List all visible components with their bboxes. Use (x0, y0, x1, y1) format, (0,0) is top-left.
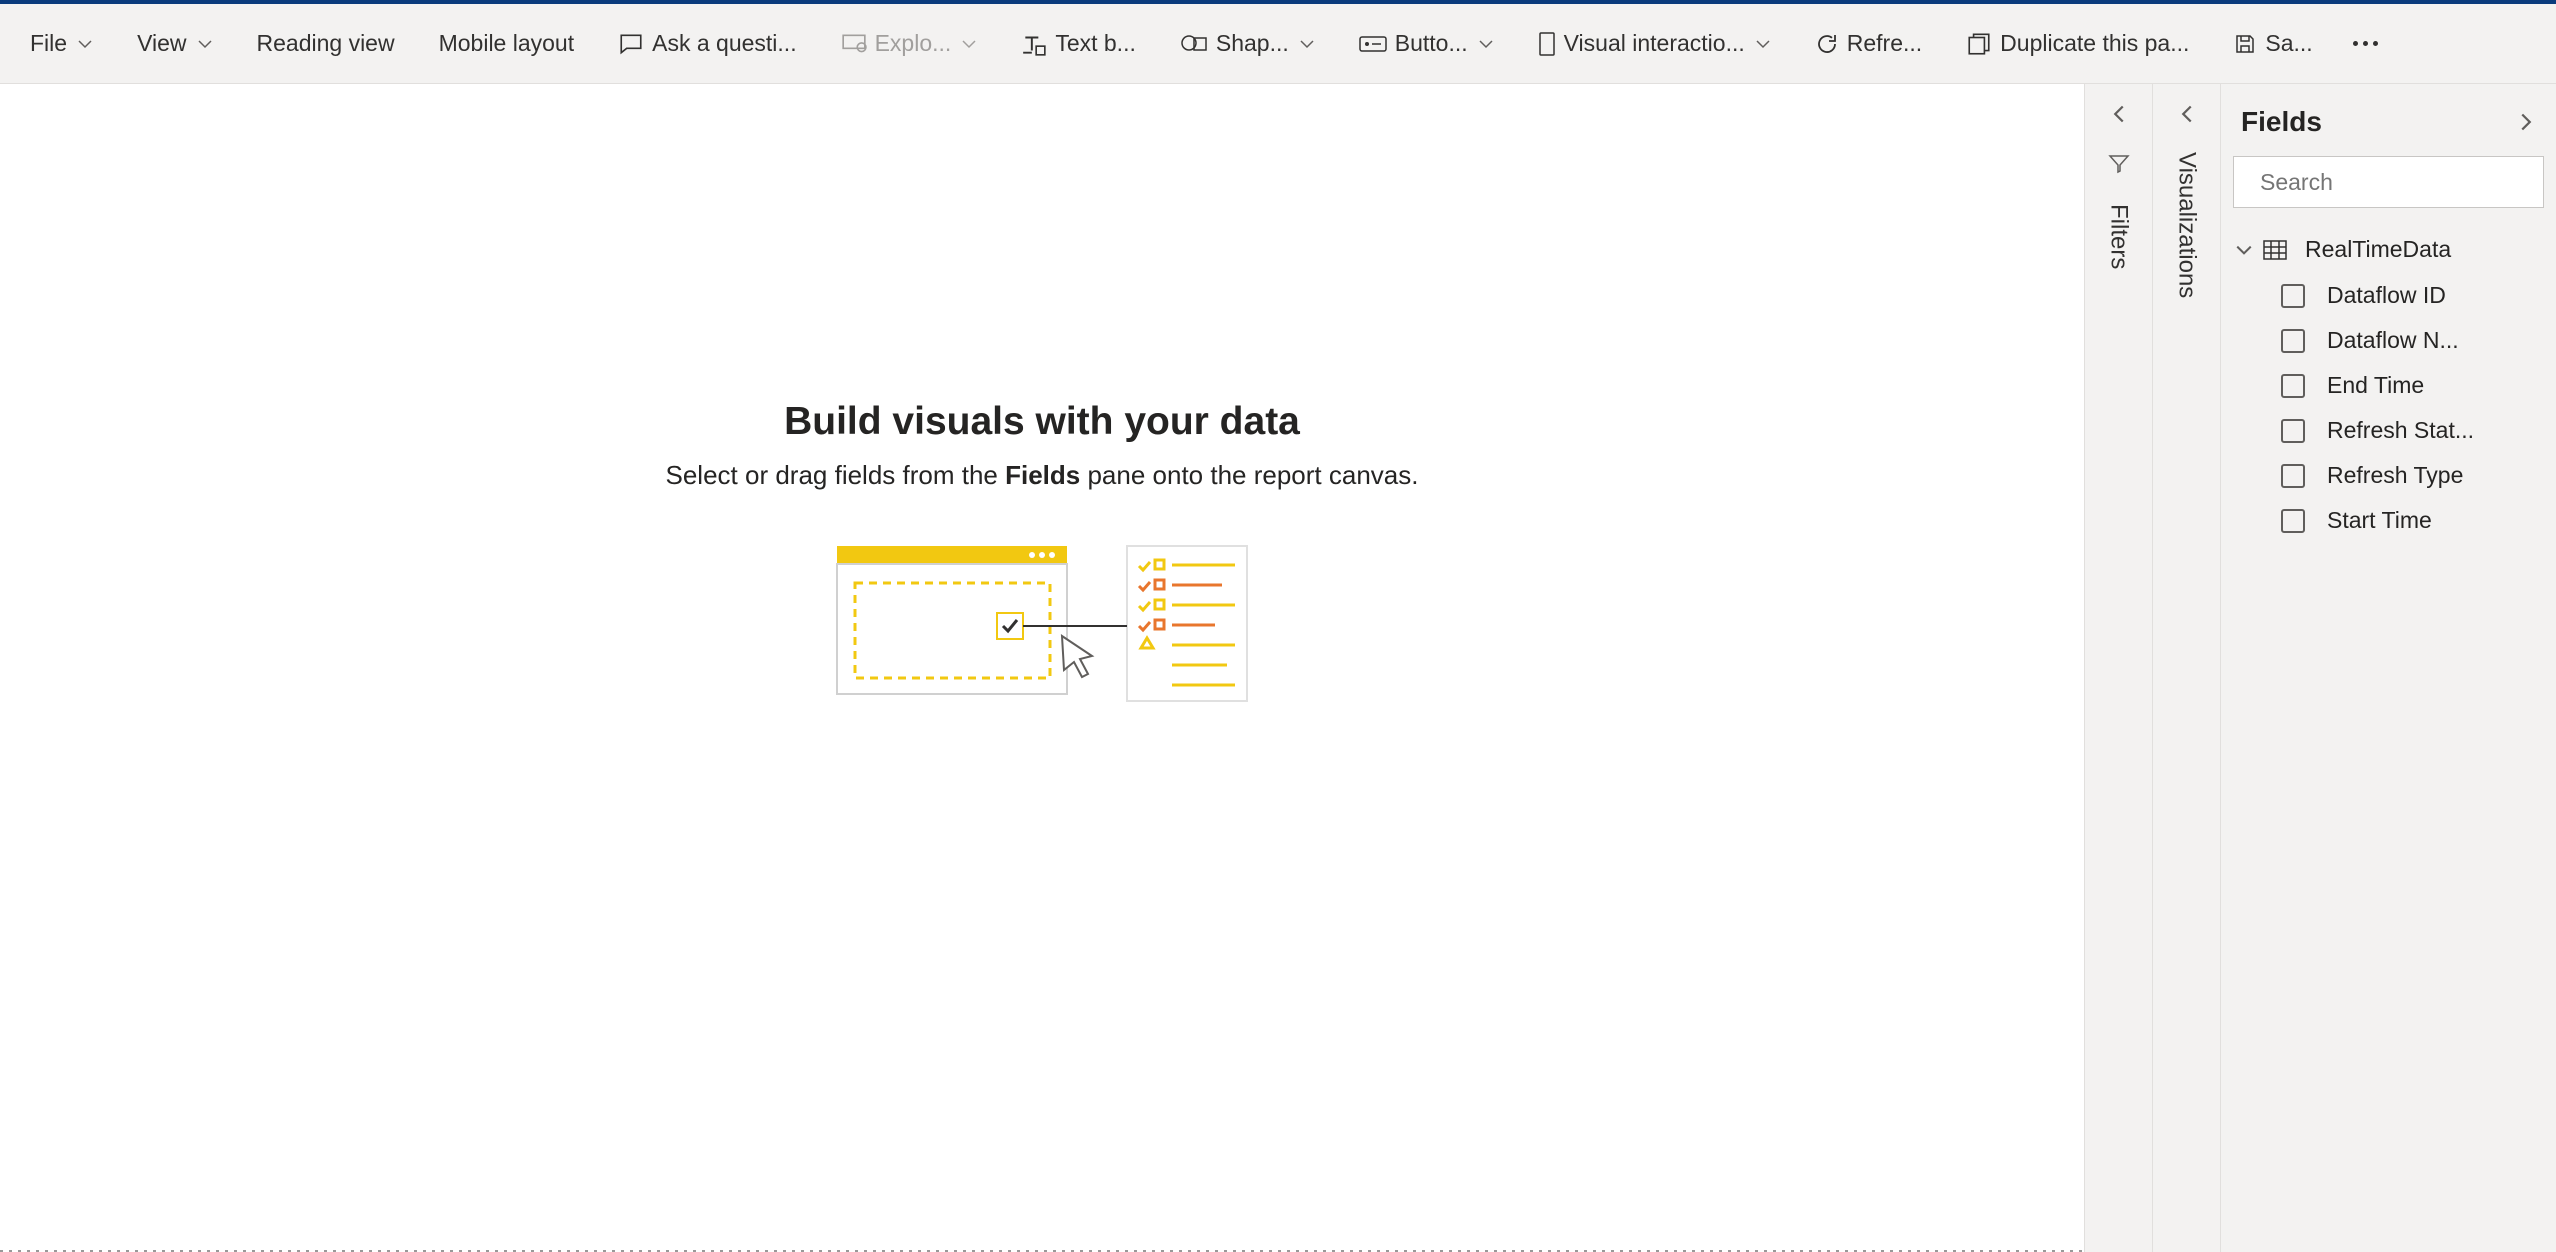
placeholder-subtitle: Select or drag fields from the Fields pa… (666, 460, 1419, 491)
visual-interactions-label: Visual interactio... (1564, 30, 1745, 57)
chevron-left-icon (2109, 104, 2129, 124)
save-icon (2233, 32, 2257, 56)
chevron-down-icon (1299, 36, 1315, 52)
field-checkbox[interactable] (2281, 464, 2305, 488)
mobile-layout-label: Mobile layout (439, 30, 575, 57)
report-canvas[interactable]: Build visuals with your data Select or d… (0, 84, 2084, 1252)
field-checkbox[interactable] (2281, 329, 2305, 353)
refresh-icon (1815, 32, 1839, 56)
duplicate-page-button[interactable]: Duplicate this pa... (1944, 4, 2211, 83)
buttons-label: Butto... (1395, 30, 1468, 57)
mobile-layout-button[interactable]: Mobile layout (417, 4, 597, 83)
field-item[interactable]: Dataflow N... (2275, 318, 2548, 363)
fields-list: Dataflow ID Dataflow N... End Time Refre… (2229, 273, 2548, 543)
placeholder-illustration (827, 541, 1257, 716)
chevron-down-icon (77, 36, 93, 52)
explore-menu[interactable]: Explo... (819, 4, 1000, 83)
refresh-label: Refre... (1847, 30, 1922, 57)
fields-search-input[interactable] (2260, 169, 2556, 196)
reading-view-label: Reading view (257, 30, 395, 57)
button-icon (1359, 34, 1387, 54)
filter-icon (2107, 152, 2131, 176)
field-label: End Time (2327, 372, 2542, 399)
fields-pane-title: Fields (2241, 106, 2322, 138)
field-item[interactable]: Dataflow ID (2275, 273, 2548, 318)
view-menu[interactable]: View (115, 4, 234, 83)
file-menu[interactable]: File (8, 4, 115, 83)
field-item[interactable]: Start Time (2275, 498, 2548, 543)
chevron-down-icon (2235, 241, 2253, 259)
ask-question-button[interactable]: Ask a questi... (596, 4, 818, 83)
fields-table-name: RealTimeData (2305, 236, 2451, 263)
chevron-down-icon (197, 36, 213, 52)
filters-pane-label: Filters (2105, 204, 2133, 269)
chevron-down-icon (1755, 36, 1771, 52)
field-label: Dataflow N... (2327, 327, 2542, 354)
refresh-button[interactable]: Refre... (1793, 4, 1944, 83)
fields-search[interactable] (2233, 156, 2544, 208)
field-checkbox[interactable] (2281, 419, 2305, 443)
reading-view-button[interactable]: Reading view (235, 4, 417, 83)
field-item[interactable]: Refresh Type (2275, 453, 2548, 498)
field-checkbox[interactable] (2281, 374, 2305, 398)
chevron-down-icon (961, 36, 977, 52)
fields-pane: Fields RealTimeData Dataflow (2220, 84, 2556, 1252)
field-checkbox[interactable] (2281, 284, 2305, 308)
chevron-down-icon (1478, 36, 1494, 52)
field-label: Refresh Stat... (2327, 417, 2542, 444)
shapes-label: Shap... (1216, 30, 1289, 57)
field-item[interactable]: End Time (2275, 363, 2548, 408)
visual-interactions-menu[interactable]: Visual interactio... (1516, 4, 1793, 83)
more-options-button[interactable] (2335, 41, 2396, 46)
field-checkbox[interactable] (2281, 509, 2305, 533)
fields-table-header[interactable]: RealTimeData (2229, 226, 2548, 273)
field-item[interactable]: Refresh Stat... (2275, 408, 2548, 453)
chat-icon (618, 31, 644, 57)
chevron-left-icon (2177, 104, 2197, 124)
shapes-icon (1180, 31, 1208, 57)
placeholder-title: Build visuals with your data (666, 400, 1419, 444)
phone-icon (1538, 31, 1556, 57)
duplicate-icon (1966, 31, 1992, 57)
explore-icon (841, 31, 867, 57)
ask-question-label: Ask a questi... (652, 30, 796, 57)
shapes-menu[interactable]: Shap... (1158, 4, 1337, 83)
file-label: File (30, 30, 67, 57)
text-box-button[interactable]: Text b... (999, 4, 1158, 83)
text-box-icon (1021, 31, 1047, 57)
field-label: Dataflow ID (2327, 282, 2542, 309)
visualizations-pane-label: Visualizations (2173, 152, 2201, 298)
duplicate-page-label: Duplicate this pa... (2000, 30, 2189, 57)
field-label: Start Time (2327, 507, 2542, 534)
explore-label: Explo... (875, 30, 952, 57)
buttons-menu[interactable]: Butto... (1337, 4, 1516, 83)
canvas-placeholder: Build visuals with your data Select or d… (666, 400, 1419, 716)
save-label: Sa... (2265, 30, 2312, 57)
chevron-right-icon[interactable] (2516, 112, 2536, 132)
toolbar: File View Reading view Mobile layout Ask… (0, 4, 2556, 84)
text-box-label: Text b... (1055, 30, 1136, 57)
filters-pane-collapsed[interactable]: Filters (2084, 84, 2152, 1252)
table-icon (2263, 240, 2287, 260)
field-label: Refresh Type (2327, 462, 2542, 489)
view-label: View (137, 30, 186, 57)
visualizations-pane-collapsed[interactable]: Visualizations (2152, 84, 2220, 1252)
save-button[interactable]: Sa... (2211, 4, 2334, 83)
